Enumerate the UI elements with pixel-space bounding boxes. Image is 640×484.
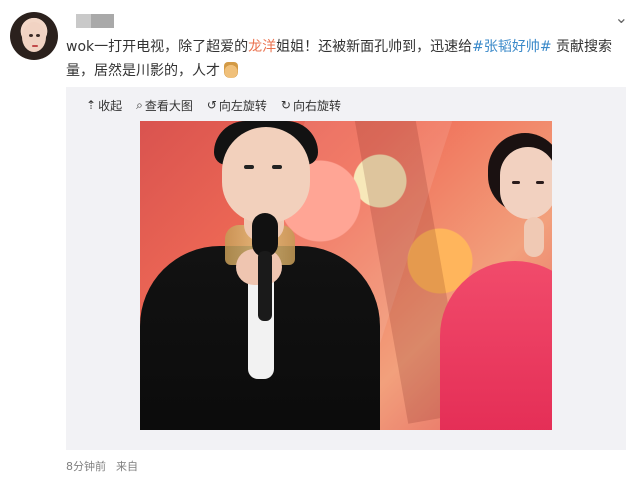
- rotate-right-icon: ↻: [280, 98, 291, 112]
- post-source[interactable]: 来自: [116, 458, 138, 474]
- hashtag-link[interactable]: #张韬好帅#: [472, 39, 551, 55]
- collapse-button[interactable]: ⇡ 收起: [86, 95, 122, 115]
- more-options-chevron-down-icon[interactable]: ⌄: [615, 8, 628, 27]
- post-image[interactable]: [140, 121, 552, 430]
- rotate-left-label: 向左旋转: [218, 98, 267, 113]
- host-woman-neck: [524, 217, 544, 257]
- host-woman-eye-right: [536, 181, 544, 184]
- host-woman-dress: [440, 261, 552, 430]
- post-mention-highlight[interactable]: 龙洋: [248, 39, 276, 55]
- host-man-eye-left: [244, 165, 254, 169]
- post-meta: 8分钟前 来自: [66, 458, 138, 474]
- magnifier-icon: ⌕: [136, 97, 143, 112]
- collapse-label: 收起: [98, 98, 123, 113]
- post-text-part: wok一打开电视，除了超爱的: [66, 39, 249, 55]
- rotate-left-button[interactable]: ↺ 向左旋转: [207, 95, 267, 115]
- host-woman-eye-left: [512, 181, 520, 184]
- host-man-head: [222, 127, 310, 223]
- rotate-right-button[interactable]: ↻ 向右旋转: [281, 95, 341, 115]
- microphone-handle: [258, 251, 272, 321]
- media-preview-box: ⇡ 收起 ⌕ 查看大图 ↺ 向左旋转 ↻ 向右旋转: [66, 87, 626, 450]
- avatar-mouth: [32, 45, 38, 47]
- rotate-right-label: 向右旋转: [292, 98, 341, 113]
- thumbs-up-emoji-icon: [224, 62, 238, 78]
- user-avatar[interactable]: [10, 12, 58, 60]
- media-toolbar: ⇡ 收起 ⌕ 查看大图 ↺ 向左旋转 ↻ 向右旋转: [86, 95, 341, 115]
- post-time[interactable]: 8分钟前: [66, 458, 106, 474]
- avatar-face: [22, 22, 46, 52]
- arrow-up-icon: ⇡: [86, 98, 97, 112]
- host-man-eye-right: [272, 165, 282, 169]
- avatar-eye-right: [36, 34, 40, 37]
- host-woman-face: [500, 147, 552, 219]
- post-text: wok一打开电视，除了超爱的龙洋姐姐！还被新面孔帅到，迅速给#张韬好帅# 贡献搜…: [66, 35, 626, 83]
- view-large-label: 查看大图: [144, 98, 193, 113]
- avatar-eye-left: [29, 34, 33, 37]
- rotate-left-icon: ↺: [206, 98, 217, 112]
- post-text-part: 姐姐！还被新面孔帅到，迅速给: [276, 39, 473, 55]
- username-redacted: [76, 14, 114, 28]
- view-large-button[interactable]: ⌕ 查看大图: [136, 95, 193, 115]
